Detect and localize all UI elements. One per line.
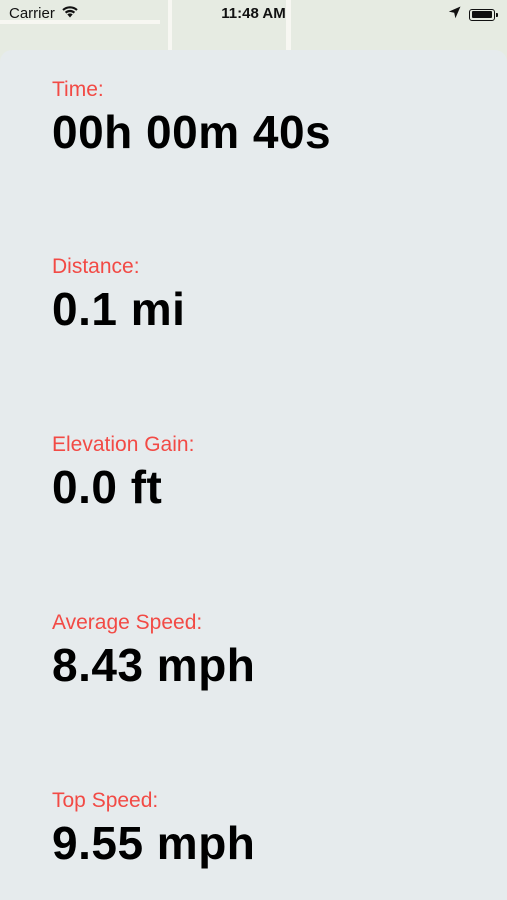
battery-icon — [469, 8, 498, 21]
stat-distance-value: 0.1 mi — [52, 283, 186, 335]
stat-elevation-gain-label: Elevation Gain: — [52, 433, 195, 456]
stat-distance: Distance: 0.1 mi — [52, 255, 185, 335]
status-right — [448, 6, 498, 23]
status-time: 11:48 AM — [221, 5, 286, 22]
app-screen: Carrier 11:48 AM Time: 00h 00m 40s Dista… — [0, 0, 507, 900]
stat-elevation-gain: Elevation Gain: 0.0 ft — [52, 433, 194, 513]
stat-average-speed-value: 8.43 mph — [52, 639, 256, 691]
status-bar: Carrier 11:48 AM — [0, 0, 507, 30]
stat-top-speed-label: Top Speed: — [52, 789, 159, 812]
stat-time-label: Time: — [52, 78, 104, 101]
stat-distance-label: Distance: — [52, 255, 140, 278]
stat-top-speed: Top Speed: 9.55 mph — [52, 789, 255, 869]
stat-elevation-gain-value: 0.0 ft — [52, 461, 163, 513]
stats-sheet: Time: 00h 00m 40s Distance: 0.1 mi Eleva… — [0, 50, 507, 900]
stat-time-value: 00h 00m 40s — [52, 106, 332, 158]
stat-average-speed: Average Speed: 8.43 mph — [52, 611, 255, 691]
stat-top-speed-value: 9.55 mph — [52, 817, 256, 869]
stat-average-speed-label: Average Speed: — [52, 611, 203, 634]
location-arrow-icon — [448, 6, 461, 23]
stat-time: Time: 00h 00m 40s — [52, 78, 331, 158]
